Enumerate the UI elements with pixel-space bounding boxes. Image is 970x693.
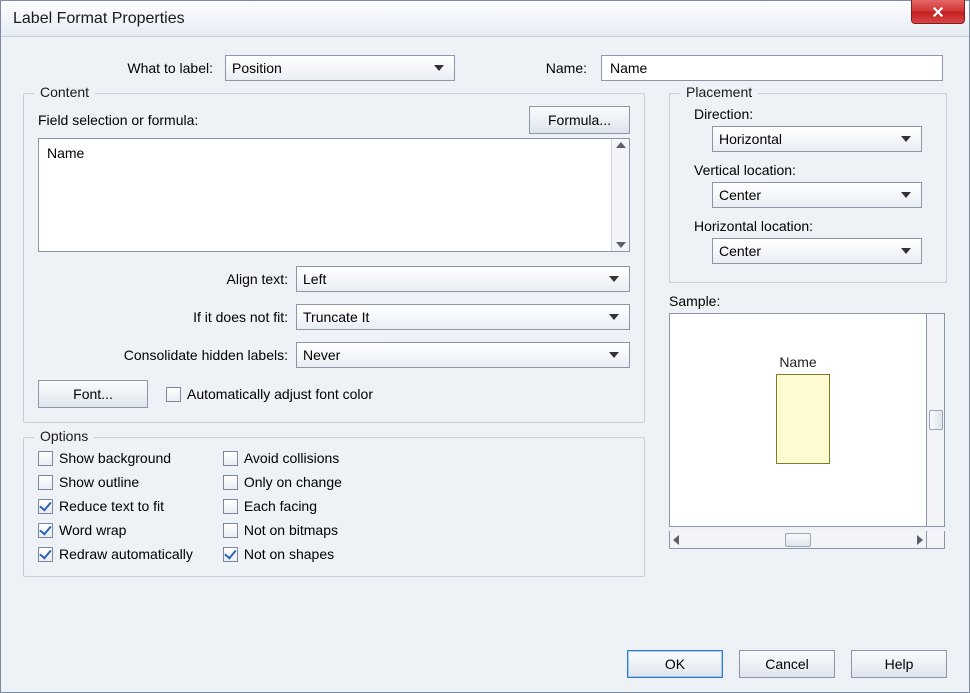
checkbox-icon [38,499,53,514]
formula-button[interactable]: Formula... [529,106,630,134]
sample-canvas: Name [669,313,927,527]
option-label: Not on bitmaps [244,522,338,538]
option-label: Show outline [59,474,139,490]
option-label: Word wrap [59,522,126,538]
name-label: Name: [535,60,593,76]
vertical-location-label: Vertical location: [694,162,932,178]
checkbox-icon [223,451,238,466]
name-input[interactable] [601,55,943,81]
chevron-down-icon [430,56,448,80]
option-checkbox-left-4[interactable]: Redraw automatically [38,546,193,562]
option-checkbox-right-3[interactable]: Not on bitmaps [223,522,342,538]
option-label: Not on shapes [244,546,334,562]
chevron-down-icon [605,305,623,329]
what-to-label-value: Position [232,60,430,76]
checkbox-icon [38,475,53,490]
sample-swatch [776,374,830,464]
placement-legend: Placement [680,84,758,100]
option-checkbox-left-2[interactable]: Reduce text to fit [38,498,193,514]
horizontal-location-combo[interactable]: Center [712,238,922,264]
checkbox-icon [38,547,53,562]
placement-group: Placement Direction: Horizontal Vertical… [669,93,947,283]
vertical-location-combo[interactable]: Center [712,182,922,208]
option-label: Avoid collisions [244,450,339,466]
cancel-button[interactable]: Cancel [739,650,835,678]
titlebar: Label Format Properties [1,1,969,37]
checkbox-icon [223,499,238,514]
option-checkbox-left-0[interactable]: Show background [38,450,193,466]
option-label: Show background [59,450,171,466]
option-checkbox-left-1[interactable]: Show outline [38,474,193,490]
sample-label: Sample: [669,293,947,309]
option-checkbox-right-0[interactable]: Avoid collisions [223,450,342,466]
align-text-label: Align text: [38,271,296,287]
what-to-label-label: What to label: [27,60,217,76]
direction-combo[interactable]: Horizontal [712,126,922,152]
help-button[interactable]: Help [851,650,947,678]
content-group: Content Field selection or formula: Form… [23,93,645,423]
option-label: Only on change [244,474,342,490]
formula-text: Name [39,139,611,251]
consolidate-label: Consolidate hidden labels: [38,347,296,363]
scroll-corner [927,531,945,549]
options-legend: Options [34,428,94,444]
option-checkbox-left-3[interactable]: Word wrap [38,522,193,538]
chevron-down-icon [897,183,915,207]
chevron-down-icon [897,239,915,263]
checkbox-icon [223,523,238,538]
option-label: Each facing [244,498,317,514]
consolidate-combo[interactable]: Never [296,342,630,368]
option-checkbox-right-1[interactable]: Only on change [223,474,342,490]
sample-horizontal-scrollbar[interactable] [669,531,927,549]
window-title: Label Format Properties [13,10,185,28]
checkbox-icon [38,451,53,466]
scroll-thumb-icon [929,410,943,430]
option-label: Redraw automatically [59,546,193,562]
chevron-down-icon [605,343,623,367]
scroll-up-icon [616,142,626,148]
font-button[interactable]: Font... [38,380,148,408]
checkbox-icon [223,475,238,490]
horizontal-location-label: Horizontal location: [694,218,932,234]
close-icon [931,5,945,19]
scroll-left-icon [673,535,679,545]
chevron-down-icon [605,267,623,291]
dialog-label-format-properties: Label Format Properties What to label: P… [0,0,970,693]
content-legend: Content [34,84,95,100]
chevron-down-icon [897,127,915,151]
checkbox-icon [166,387,181,402]
scroll-down-icon [616,242,626,248]
close-button[interactable] [911,0,965,24]
scroll-thumb-icon [785,533,811,547]
what-to-label-combo[interactable]: Position [225,55,455,81]
does-not-fit-combo[interactable]: Truncate It [296,304,630,330]
scroll-right-icon [917,535,923,545]
option-checkbox-right-4[interactable]: Not on shapes [223,546,342,562]
options-group: Options Show backgroundShow outlineReduc… [23,437,645,577]
sample-vertical-scrollbar[interactable] [927,313,945,527]
option-checkbox-right-2[interactable]: Each facing [223,498,342,514]
auto-color-checkbox[interactable]: Automatically adjust font color [166,386,373,402]
checkbox-icon [38,523,53,538]
does-not-fit-label: If it does not fit: [38,309,296,325]
option-label: Reduce text to fit [59,498,164,514]
textarea-scrollbar[interactable] [611,139,629,251]
formula-textarea[interactable]: Name [38,138,630,252]
sample-text: Name [670,354,926,370]
direction-label: Direction: [694,106,932,122]
ok-button[interactable]: OK [627,650,723,678]
checkbox-icon [223,547,238,562]
field-selection-label: Field selection or formula: [38,112,198,128]
align-text-combo[interactable]: Left [296,266,630,292]
